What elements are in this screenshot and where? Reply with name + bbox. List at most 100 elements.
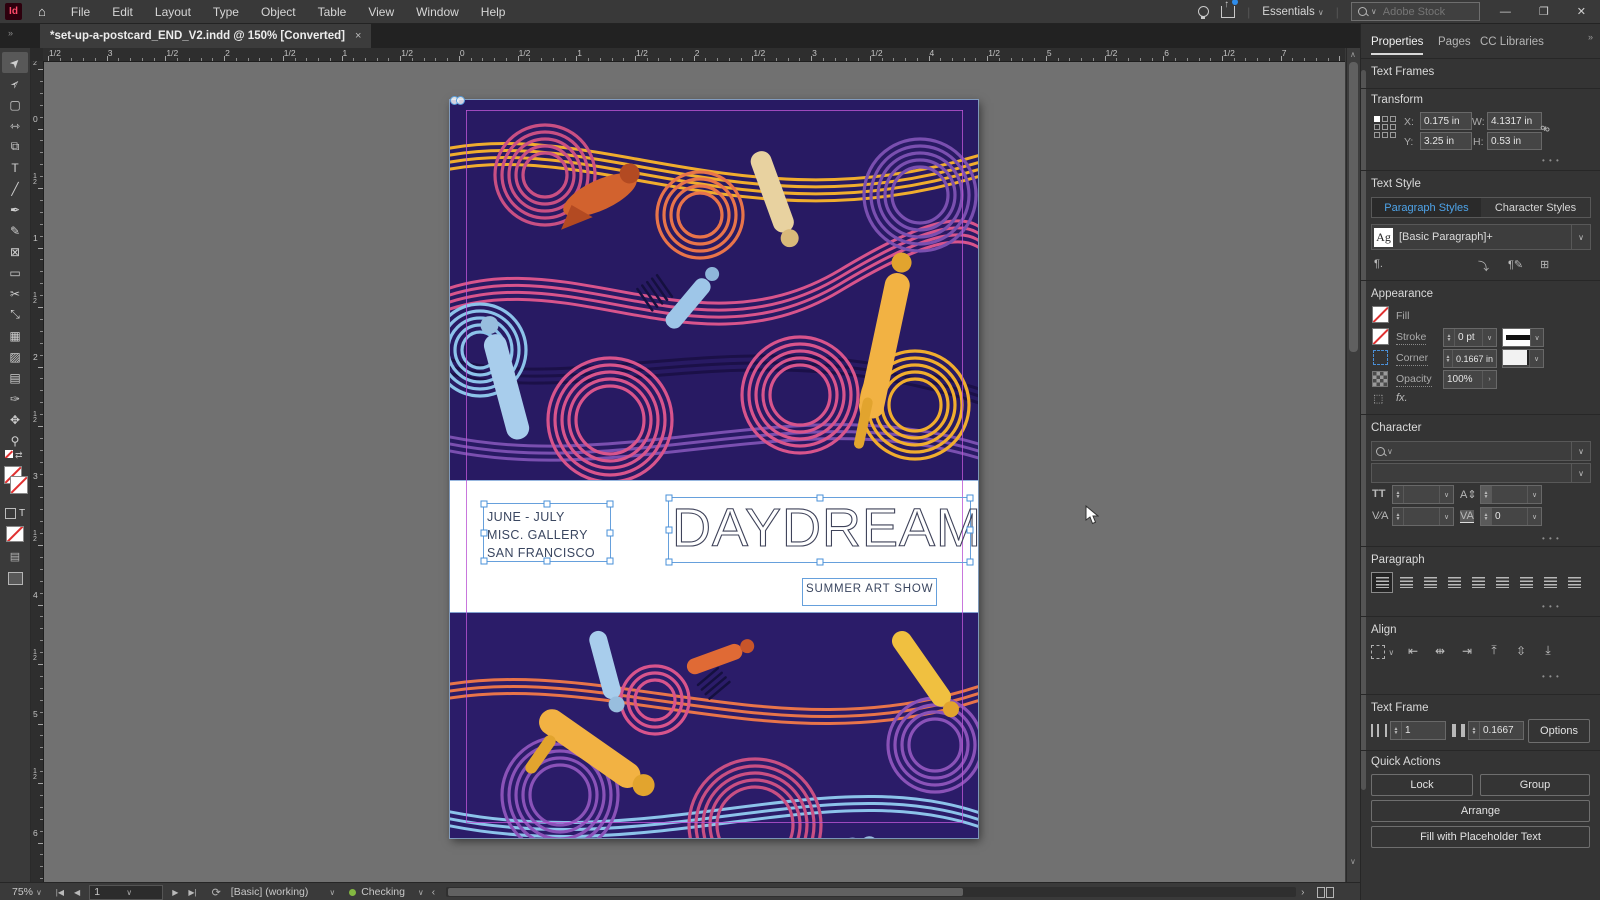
search-input[interactable]	[1380, 4, 1475, 19]
gradient-swatch-tool[interactable]: ▦	[2, 325, 28, 346]
eyedropper-tool[interactable]: ✑	[2, 388, 28, 409]
selection-handle[interactable]	[543, 500, 551, 508]
justify-right-button[interactable]	[1491, 572, 1513, 593]
reference-point-grid[interactable]	[1374, 116, 1396, 138]
selection-handle[interactable]	[665, 494, 673, 502]
document-tab[interactable]: *set-up-a-postcard_END_V2.indd @ 150% [C…	[40, 24, 372, 48]
fill-stroke-swatches[interactable]	[0, 464, 30, 504]
restore-button[interactable]: ❐	[1531, 5, 1557, 18]
tab-cc-libraries[interactable]: CC Libraries	[1480, 36, 1544, 53]
w-field[interactable]: 4.1317 in	[1487, 112, 1542, 130]
align-left-edges-button[interactable]: ⇤	[1402, 641, 1424, 660]
show-hidden-characters-icon[interactable]: ¶.	[1374, 258, 1383, 270]
selection-handle[interactable]	[480, 529, 488, 536]
selection-handle[interactable]	[665, 526, 673, 534]
menu-type[interactable]: Type	[213, 5, 239, 19]
content-collector-tool[interactable]: ⧉	[2, 136, 28, 157]
pen-tool[interactable]: ✒	[2, 199, 28, 220]
selection-handle[interactable]	[606, 557, 614, 565]
close-button[interactable]: ✕	[1569, 5, 1594, 18]
leading-field[interactable]: ▲ ▼ ∨	[1480, 485, 1542, 504]
stock-search[interactable]: ∨	[1350, 2, 1480, 21]
rectangle-tool[interactable]: ▭	[2, 262, 28, 283]
y-field[interactable]: 3.25 in	[1420, 132, 1472, 150]
align-left-button[interactable]	[1371, 572, 1393, 593]
ruler-vertical[interactable]: 12 0 12 1 12 2 12 3 12 4 12 5 12 6	[31, 61, 44, 882]
formatting-container-icon[interactable]	[4, 508, 16, 519]
object-effects-icon[interactable]: ⬚	[1373, 392, 1383, 405]
columns-field[interactable]: ▲ ▼ 1	[1390, 721, 1446, 740]
justify-center-button[interactable]	[1467, 572, 1489, 593]
fill-with-placeholder-text-button[interactable]: Fill with Placeholder Text	[1371, 826, 1590, 848]
collapse-panel-icon[interactable]: »	[1588, 32, 1593, 42]
formatting-text-icon[interactable]: T	[19, 508, 25, 519]
tab-paragraph-styles[interactable]: Paragraph Styles	[1372, 198, 1481, 217]
ruler-horizontal[interactable]: 1/2 3 1/2 2 1/2 1 1/2 0 1/2 1 1/2 2 1/2 3 1/2 4 1/2 5 1/2 6…	[43, 48, 1345, 62]
postcard-page[interactable]: JUNE - JULY MISC. GALLERY SAN FRANCISCO …	[449, 96, 982, 839]
stroke-type-dropdown[interactable]: ∨	[1502, 328, 1544, 347]
panel-expand-icon[interactable]: »	[8, 28, 13, 38]
arrange-button[interactable]: Arrange	[1371, 800, 1590, 822]
pencil-tool[interactable]: ✎	[2, 220, 28, 241]
menu-layout[interactable]: Layout	[155, 5, 191, 19]
stroke-swatch[interactable]	[1372, 328, 1389, 345]
chevron-down-icon[interactable]: ∨	[1571, 225, 1590, 249]
tab-pages[interactable]: Pages	[1438, 36, 1471, 53]
align-to-dropdown[interactable]: ∨	[1371, 644, 1394, 659]
horizontal-scroll-thumb[interactable]	[448, 888, 964, 896]
paragraph-more-options-icon[interactable]	[1542, 598, 1560, 612]
selection-handle[interactable]	[480, 557, 488, 565]
align-toward-spine-button[interactable]	[1539, 572, 1561, 593]
tracking-field[interactable]: ▲ ▼ 0 ∨	[1480, 507, 1542, 526]
opacity-field[interactable]: 100% ›	[1443, 370, 1497, 389]
swap-fill-stroke-icon[interactable]: ⇄	[0, 450, 30, 461]
apply-none-button[interactable]	[0, 526, 30, 542]
align-bottom-edges-button[interactable]: ⤓	[1537, 641, 1559, 660]
corner-label[interactable]: Corner	[1396, 352, 1429, 366]
stroke-swatch-none[interactable]	[10, 476, 28, 494]
formatting-affects-toggle[interactable]: T	[0, 508, 30, 519]
selection-handle[interactable]	[966, 526, 974, 534]
note-tool[interactable]: ▤	[2, 367, 28, 388]
page-number-field[interactable]: 1 ∨	[89, 884, 164, 900]
vertical-scroll-thumb[interactable]	[1349, 62, 1358, 352]
selection-handle[interactable]	[816, 494, 823, 502]
tab-character-styles[interactable]: Character Styles	[1481, 198, 1590, 217]
opacity-label[interactable]: Opacity	[1396, 373, 1432, 387]
title-text-frame[interactable]: DAYDREAM	[665, 494, 982, 566]
panel-scrollbar[interactable]	[1361, 70, 1366, 790]
gutter-field[interactable]: ▲ ▼ 0.1667	[1468, 721, 1524, 740]
home-icon[interactable]: ⌂	[38, 4, 46, 19]
scissors-tool[interactable]: ✂	[2, 283, 28, 304]
share-icon[interactable]	[1221, 0, 1239, 18]
frame-tool[interactable]: ⊠	[2, 241, 28, 262]
hand-tool[interactable]: ✥	[2, 409, 28, 430]
first-page-button[interactable]: |◀	[56, 888, 64, 897]
menu-edit[interactable]: Edit	[112, 5, 133, 19]
selection-handle[interactable]	[480, 500, 488, 508]
menu-help[interactable]: Help	[481, 5, 506, 19]
align-center-button[interactable]	[1395, 572, 1417, 593]
document-canvas[interactable]: 1/2 3 1/2 2 1/2 1 1/2 0 1/2 1 1/2 2 1/2 3 1/2 4 1/2 5 1/2 6…	[31, 48, 1345, 882]
type-tool[interactable]: T	[2, 157, 28, 178]
free-transform-tool[interactable]: ⤡	[2, 304, 28, 325]
align-vertical-centers-button[interactable]: ⇳	[1510, 641, 1532, 660]
menu-window[interactable]: Window	[416, 5, 459, 19]
redefine-style-icon[interactable]: ⤵	[1478, 258, 1489, 274]
next-page-button[interactable]: ▶	[172, 888, 178, 897]
font-family-dropdown[interactable]: ∨ ∨	[1371, 441, 1591, 461]
learn-icon[interactable]	[1198, 6, 1210, 19]
selection-handle[interactable]	[606, 500, 614, 508]
style-override-icon[interactable]: ¶✎	[1508, 258, 1523, 271]
info-text-frame[interactable]: JUNE - JULY MISC. GALLERY SAN FRANCISCO	[480, 500, 614, 565]
corner-radius-field[interactable]: ▲ ▼ 0.1667 in	[1443, 349, 1497, 368]
fx-icon[interactable]: fx.	[1396, 392, 1408, 404]
scroll-down-icon[interactable]: ∨	[1350, 857, 1356, 866]
stroke-weight-field[interactable]: ▲ ▼ 0 pt ∨	[1443, 328, 1497, 347]
align-away-from-spine-button[interactable]	[1563, 572, 1585, 593]
selection-handle[interactable]	[543, 557, 551, 565]
direct-selection-tool[interactable]: ➣	[2, 73, 28, 94]
selection-handle[interactable]	[665, 558, 673, 566]
workspace-switcher[interactable]: Essentials ∨	[1262, 6, 1323, 18]
cloud-status-icon[interactable]: ⟳	[212, 886, 221, 899]
